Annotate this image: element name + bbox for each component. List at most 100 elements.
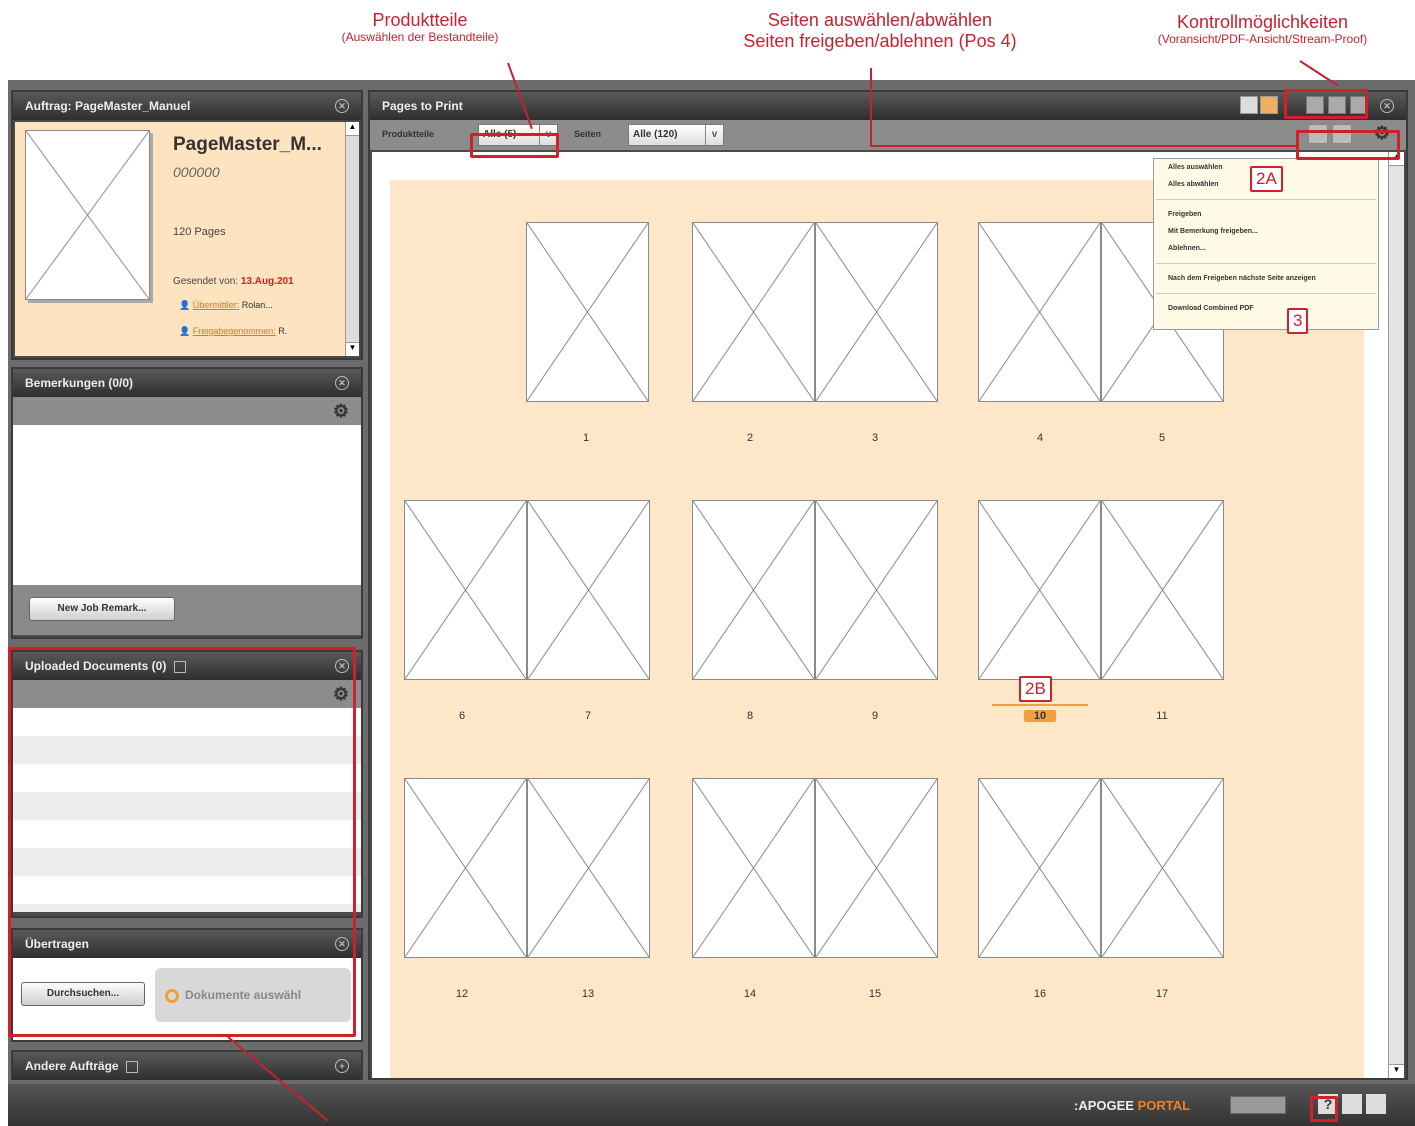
page-number[interactable]: 3 <box>855 432 895 444</box>
page-number[interactable]: 14 <box>730 988 770 1000</box>
page-number[interactable]: 10 <box>1024 710 1056 722</box>
page-thumbnail[interactable] <box>692 500 815 680</box>
user-icon: 👤 <box>179 300 191 310</box>
job-number: 000000 <box>173 164 220 180</box>
brand-name: :APOGEE <box>1074 1098 1134 1113</box>
page-number[interactable]: 15 <box>855 988 895 1000</box>
page-thumbnail[interactable] <box>978 778 1101 958</box>
new-remark-button[interactable]: New Job Remark... <box>29 597 175 621</box>
page-thumbnail[interactable] <box>815 222 938 402</box>
job-thumbnail[interactable] <box>25 130 150 300</box>
user2-value: R. <box>278 326 288 336</box>
remarks-panel-title: Bemerkungen (0/0) <box>25 376 134 390</box>
other-jobs-header[interactable]: Andere Aufträge + <box>13 1052 361 1080</box>
page-number[interactable]: 2 <box>730 432 770 444</box>
job-user1: 👤 Übermittler: Rolan... <box>179 300 273 311</box>
grid-view-icon[interactable] <box>1260 96 1278 114</box>
page-number[interactable]: 5 <box>1142 432 1182 444</box>
annotation-line1: Seiten auswählen/abwählen <box>767 10 993 30</box>
menu-item[interactable]: Ablehnen... <box>1154 240 1378 257</box>
job-user2: 👤 Freigabegenommen: R. <box>179 326 287 337</box>
annotation-produktteile: Produktteile (Auswählen der Bestandteile… <box>300 10 540 44</box>
page-number[interactable]: 1 <box>566 432 606 444</box>
annotation-kontroll: Kontrollmöglichkeiten (Voransicht/PDF-An… <box>1110 12 1415 46</box>
page-thumbnail[interactable] <box>978 500 1101 680</box>
close-icon[interactable]: ✕ <box>335 376 349 390</box>
page-number[interactable]: 17 <box>1142 988 1182 1000</box>
highlight-page-actions <box>1296 130 1400 160</box>
job-panel-header: Auftrag: PageMaster_Manuel ✕ <box>13 92 361 120</box>
job-sent: Gesendet von: 13.Aug.201 <box>173 276 294 287</box>
highlight-upload-area <box>8 647 356 1037</box>
page-thumbnail[interactable] <box>1101 500 1224 680</box>
gear-icon[interactable]: ⚙ <box>333 401 349 422</box>
external-icon[interactable] <box>125 1060 138 1073</box>
close-icon[interactable]: ✕ <box>335 99 349 113</box>
job-panel-title: Auftrag: PageMaster_Manuel <box>25 99 191 113</box>
menu-item[interactable]: Mit Bemerkung freigeben... <box>1154 223 1378 240</box>
pages-panel-title: Pages to Print <box>382 99 463 113</box>
brand-suffix: PORTAL <box>1133 1098 1191 1113</box>
job-name: PageMaster_M... <box>173 134 322 155</box>
menu-item[interactable]: Nach dem Freigeben nächste Seite anzeige… <box>1154 270 1378 287</box>
logout-icon[interactable] <box>1366 1094 1386 1114</box>
expand-icon[interactable]: + <box>335 1059 349 1073</box>
page-number[interactable]: 11 <box>1142 710 1182 722</box>
user2-link[interactable]: Freigabegenommen: <box>193 326 276 336</box>
menu-item[interactable]: Download Combined PDF <box>1154 300 1378 317</box>
page-number[interactable]: 13 <box>568 988 608 1000</box>
scrollbar[interactable]: ▲ ▼ <box>345 122 359 356</box>
sent-label: Gesendet von: <box>173 276 239 287</box>
page-thumbnail[interactable] <box>527 500 650 680</box>
footer-bar: :APOGEE PORTAL ? <box>8 1084 1415 1126</box>
list-view-icon[interactable] <box>1240 96 1258 114</box>
page-number[interactable]: 7 <box>568 710 608 722</box>
scroll-up-icon[interactable]: ▲ <box>346 122 359 136</box>
tag-3: 3 <box>1287 308 1309 334</box>
page-thumbnail[interactable] <box>815 778 938 958</box>
annotation-seiten: Seiten auswählen/abwählen Seiten freigeb… <box>700 10 1060 51</box>
page-thumbnail[interactable] <box>404 778 527 958</box>
status-widget[interactable] <box>1230 1096 1286 1114</box>
page-thumbnail[interactable] <box>527 778 650 958</box>
page-thumbnail[interactable] <box>815 500 938 680</box>
menu-item[interactable]: Freigeben <box>1154 206 1378 223</box>
other-jobs-panel: Andere Aufträge + <box>11 1050 363 1080</box>
annotation-subtitle: (Auswählen der Bestandteile) <box>341 29 499 44</box>
users-icon[interactable] <box>1342 1094 1362 1114</box>
page-number[interactable]: 6 <box>442 710 482 722</box>
job-info-area: PageMaster_M... 000000 120 Pages Gesende… <box>15 122 345 356</box>
produktteile-label: Produktteile <box>382 129 435 139</box>
main-scrollbar[interactable]: ▲ ▼ <box>1388 152 1404 1078</box>
page-number[interactable]: 4 <box>1020 432 1060 444</box>
page-thumbnail[interactable] <box>692 222 815 402</box>
selection-indicator <box>992 704 1088 706</box>
highlight-view-controls <box>1284 89 1368 119</box>
annotation-line2: Seiten freigeben/ablehnen (Pos 4) <box>743 30 1017 51</box>
seiten-label: Seiten <box>574 129 602 139</box>
remarks-panel: Bemerkungen (0/0) ✕ ⚙ New Job Remark... <box>11 367 363 639</box>
user1-link[interactable]: Übermittler: <box>193 300 240 310</box>
chevron-down-icon: v <box>705 125 723 145</box>
page-number[interactable]: 12 <box>442 988 482 1000</box>
page-thumbnail[interactable] <box>526 222 649 402</box>
scroll-down-icon[interactable]: ▼ <box>1389 1064 1404 1078</box>
page-thumbnail[interactable] <box>978 222 1101 402</box>
page-thumbnail[interactable] <box>1101 778 1224 958</box>
job-panel: Auftrag: PageMaster_Manuel ✕ PageMaster_… <box>11 90 363 360</box>
page-thumbnail[interactable] <box>692 778 815 958</box>
page-number[interactable]: 8 <box>730 710 770 722</box>
close-icon[interactable]: ✕ <box>1380 99 1394 113</box>
tag-2a: 2A <box>1250 166 1283 192</box>
seiten-select[interactable]: Alle (120) v <box>628 124 724 146</box>
job-pages: 120 Pages <box>173 226 226 238</box>
scroll-down-icon[interactable]: ▼ <box>346 342 359 356</box>
connector-line <box>870 68 872 146</box>
remarks-list <box>13 425 361 585</box>
sent-date: 13.Aug.201 <box>240 276 294 287</box>
page-thumbnail[interactable] <box>404 500 527 680</box>
annotation-subtitle: (Voransicht/PDF-Ansicht/Stream-Proof) <box>1157 31 1368 46</box>
page-number[interactable]: 9 <box>855 710 895 722</box>
other-jobs-title: Andere Aufträge <box>25 1059 119 1073</box>
page-number[interactable]: 16 <box>1020 988 1060 1000</box>
